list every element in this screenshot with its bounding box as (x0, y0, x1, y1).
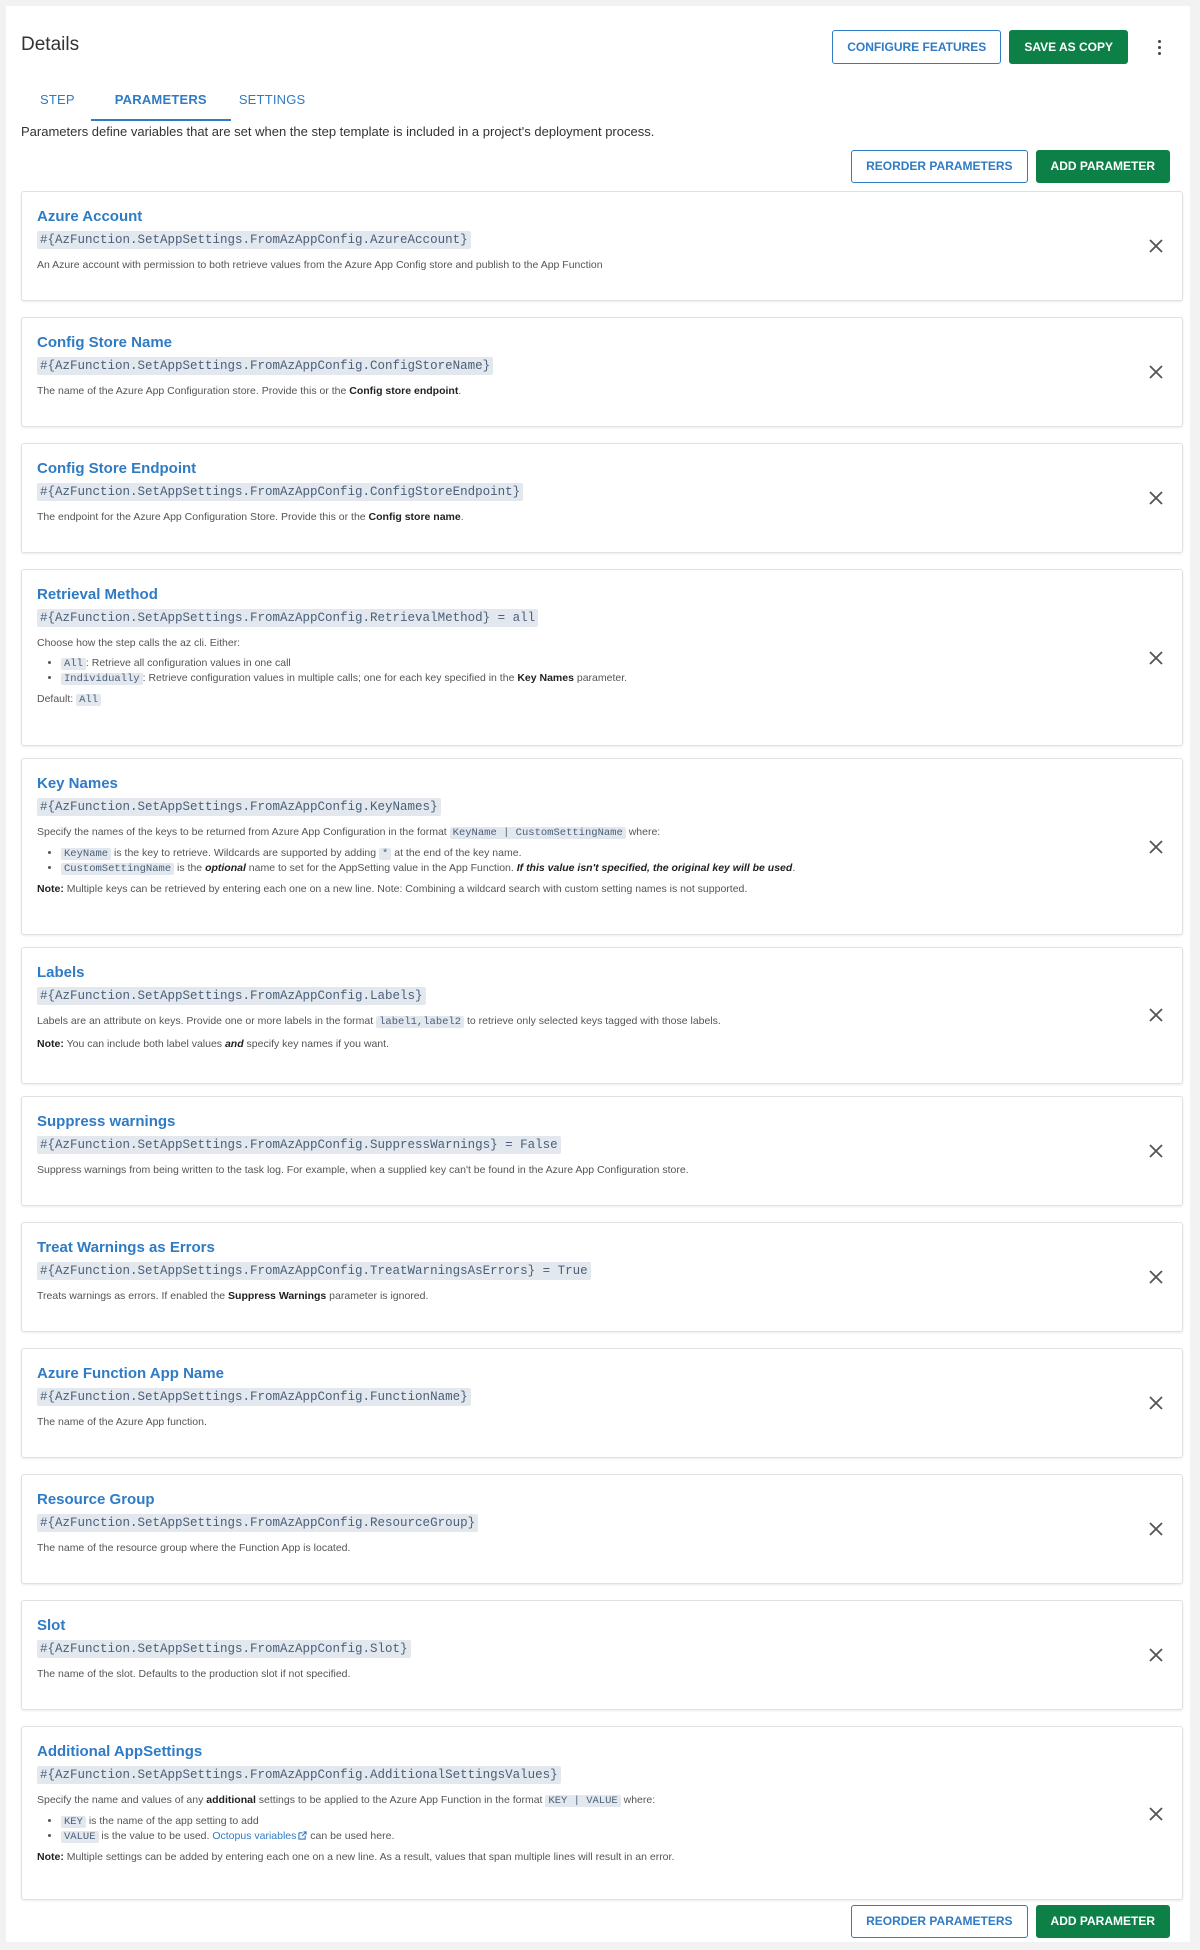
parameter-card-config-store-name: Config Store Name #{AzFunction.SetAppSet… (21, 317, 1183, 427)
parameter-name[interactable]: Additional AppSettings (37, 1743, 1122, 1761)
parameter-name[interactable]: Resource Group (37, 1491, 1122, 1509)
parameter-help: Choose how the step calls the az cli. Ei… (37, 636, 1122, 707)
bottom-actions: REORDER PARAMETERS ADD PARAMETER (851, 1905, 1170, 1938)
parameter-help: Specify the name and values of any addit… (37, 1793, 1122, 1864)
parameter-help: Treats warnings as errors. If enabled th… (37, 1290, 429, 1302)
parameter-name[interactable]: Azure Account (37, 208, 1122, 226)
parameter-variable: #{AzFunction.SetAppSettings.FromAzAppCon… (37, 1514, 479, 1532)
list-item: Individually: Retrieve configuration val… (61, 671, 1122, 686)
close-icon[interactable] (1146, 1519, 1166, 1539)
parameter-help: The name of the Azure App function. (37, 1416, 207, 1428)
list-item: VALUE is the value to be used. Octopus v… (61, 1829, 1122, 1844)
close-icon[interactable] (1146, 1393, 1166, 1413)
tab-settings[interactable]: SETTINGS (231, 84, 322, 121)
parameter-name[interactable]: Suppress warnings (37, 1113, 1122, 1131)
parameter-card-config-store-endpoint: Config Store Endpoint #{AzFunction.SetAp… (21, 443, 1183, 553)
intro-text: Parameters define variables that are set… (21, 124, 655, 139)
parameter-card-treat-warnings-as-errors: Treat Warnings as Errors #{AzFunction.Se… (21, 1222, 1183, 1332)
tab-parameters[interactable]: PARAMETERS (90, 84, 231, 121)
parameter-help: An Azure account with permission to both… (37, 259, 603, 271)
parameter-variable: #{AzFunction.SetAppSettings.FromAzAppCon… (37, 987, 426, 1005)
close-icon[interactable] (1146, 837, 1166, 857)
close-icon[interactable] (1146, 488, 1166, 508)
parameter-variable: #{AzFunction.SetAppSettings.FromAzAppCon… (37, 1766, 561, 1784)
list-item: KEY is the name of the app setting to ad… (61, 1814, 1122, 1829)
close-icon[interactable] (1146, 236, 1166, 256)
close-icon[interactable] (1146, 1804, 1166, 1824)
parameter-variable: #{AzFunction.SetAppSettings.FromAzAppCon… (37, 798, 441, 816)
close-icon[interactable] (1146, 1267, 1166, 1287)
page-title: Details (21, 34, 80, 55)
parameter-name[interactable]: Config Store Endpoint (37, 460, 1122, 478)
parameter-name[interactable]: Azure Function App Name (37, 1365, 1122, 1383)
page: Details CONFIGURE FEATURES SAVE AS COPY … (6, 6, 1190, 1942)
list-item: CustomSettingName is the optional name t… (61, 861, 1122, 876)
octopus-variables-link[interactable]: Octopus variables (212, 1830, 296, 1842)
parameter-name[interactable]: Labels (37, 964, 1122, 982)
list-item: KeyName is the key to retrieve. Wildcard… (61, 846, 1122, 861)
configure-features-button[interactable]: CONFIGURE FEATURES (832, 30, 1002, 64)
header-actions: CONFIGURE FEATURES SAVE AS COPY (832, 30, 1170, 64)
parameter-variable: #{AzFunction.SetAppSettings.FromAzAppCon… (37, 1388, 471, 1406)
close-icon[interactable] (1146, 362, 1166, 382)
save-as-copy-button[interactable]: SAVE AS COPY (1009, 30, 1128, 64)
close-icon[interactable] (1146, 1005, 1166, 1025)
parameter-help: The name of the resource group where the… (37, 1542, 351, 1554)
parameter-name[interactable]: Key Names (37, 775, 1122, 793)
parameter-card-retrieval-method: Retrieval Method #{AzFunction.SetAppSett… (21, 569, 1183, 746)
parameter-card-azure-function-app-name: Azure Function App Name #{AzFunction.Set… (21, 1348, 1183, 1458)
more-vertical-icon[interactable] (1148, 30, 1170, 64)
close-icon[interactable] (1146, 648, 1166, 668)
close-icon[interactable] (1146, 1141, 1166, 1161)
parameter-help: The endpoint for the Azure App Configura… (37, 511, 464, 523)
parameter-variable: #{AzFunction.SetAppSettings.FromAzAppCon… (37, 357, 494, 375)
tab-step[interactable]: STEP (24, 84, 91, 121)
parameter-card-suppress-warnings: Suppress warnings #{AzFunction.SetAppSet… (21, 1096, 1183, 1206)
parameter-name[interactable]: Slot (37, 1617, 1122, 1635)
parameter-help: Specify the names of the keys to be retu… (37, 825, 1122, 896)
parameter-help: Suppress warnings from being written to … (37, 1164, 689, 1176)
add-parameter-button[interactable]: ADD PARAMETER (1035, 150, 1170, 183)
parameter-variable: #{AzFunction.SetAppSettings.FromAzAppCon… (37, 1136, 561, 1154)
parameter-card-additional-appsettings: Additional AppSettings #{AzFunction.SetA… (21, 1726, 1183, 1900)
parameter-variable: #{AzFunction.SetAppSettings.FromAzAppCon… (37, 609, 539, 627)
tab-bar: STEP PARAMETERS SETTINGS (24, 84, 321, 121)
parameter-name[interactable]: Treat Warnings as Errors (37, 1239, 1122, 1257)
parameter-card-azure-account: Azure Account #{AzFunction.SetAppSetting… (21, 191, 1183, 301)
parameter-help: The name of the Azure App Configuration … (37, 385, 462, 397)
header: Details CONFIGURE FEATURES SAVE AS COPY (21, 30, 1170, 68)
reorder-parameters-button[interactable]: REORDER PARAMETERS (851, 1905, 1028, 1938)
close-icon[interactable] (1146, 1645, 1166, 1665)
parameter-name[interactable]: Retrieval Method (37, 586, 1122, 604)
reorder-parameters-button[interactable]: REORDER PARAMETERS (851, 150, 1028, 183)
parameter-variable: #{AzFunction.SetAppSettings.FromAzAppCon… (37, 483, 524, 501)
parameter-variable: #{AzFunction.SetAppSettings.FromAzAppCon… (37, 231, 471, 249)
parameter-name[interactable]: Config Store Name (37, 334, 1122, 352)
parameter-card-key-names: Key Names #{AzFunction.SetAppSettings.Fr… (21, 758, 1183, 935)
parameter-help: The name of the slot. Defaults to the pr… (37, 1668, 351, 1680)
parameter-card-labels: Labels #{AzFunction.SetAppSettings.FromA… (21, 947, 1183, 1084)
parameter-variable: #{AzFunction.SetAppSettings.FromAzAppCon… (37, 1640, 411, 1658)
list-item: All: Retrieve all configuration values i… (61, 656, 1122, 671)
parameter-help: Labels are an attribute on keys. Provide… (37, 1015, 721, 1050)
parameter-card-slot: Slot #{AzFunction.SetAppSettings.FromAzA… (21, 1600, 1183, 1710)
top-actions: REORDER PARAMETERS ADD PARAMETER (851, 150, 1170, 183)
add-parameter-button[interactable]: ADD PARAMETER (1035, 1905, 1170, 1938)
parameter-card-resource-group: Resource Group #{AzFunction.SetAppSettin… (21, 1474, 1183, 1584)
parameter-variable: #{AzFunction.SetAppSettings.FromAzAppCon… (37, 1262, 591, 1280)
